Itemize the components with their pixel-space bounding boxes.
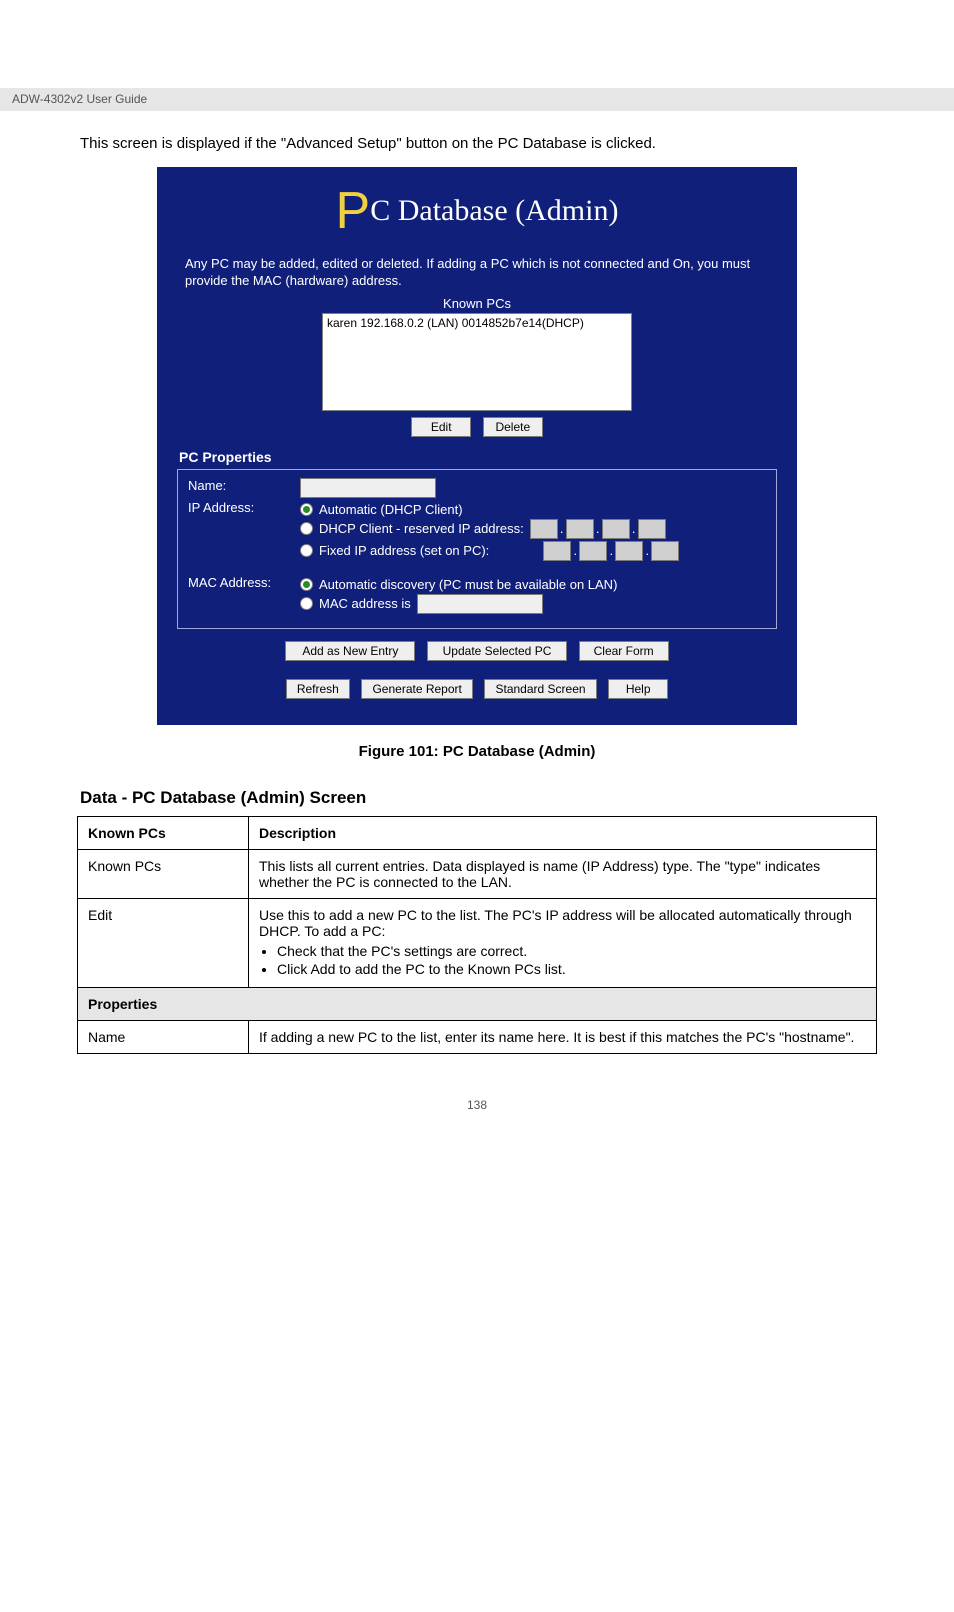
th-description: Description [249,816,877,849]
radio-ip-fixed[interactable] [300,544,313,557]
page-number: 138 [0,1098,954,1112]
fixed-ip-octet-3[interactable] [615,541,643,561]
reserved-ip-input-group: . . . [530,519,666,539]
doc-header: ADW-4302v2 User Guide [0,88,954,111]
name-label: Name: [188,478,300,493]
opt-mac-manual-label: MAC address is [319,596,411,611]
radio-ip-dhcp-reserved[interactable] [300,522,313,535]
reserved-ip-octet-2[interactable] [566,519,594,539]
known-pcs-listbox[interactable]: karen 192.168.0.2 (LAN) 0014852b7e14(DHC… [322,313,632,411]
cell-edit-desc: Use this to add a new PC to the list. Th… [249,898,877,987]
opt-mac-auto-label: Automatic discovery (PC must be availabl… [319,577,617,592]
panel-description: Any PC may be added, edited or deleted. … [185,255,769,290]
th-known-pcs: Known PCs [78,816,249,849]
delete-button[interactable]: Delete [483,417,543,437]
name-input[interactable] [300,478,436,498]
opt-ip-fixed-label: Fixed IP address (set on PC): [319,543,489,558]
fixed-ip-input-group: . . . [543,541,679,561]
radio-mac-manual[interactable] [300,597,313,610]
panel-title: PC Database (Admin) [177,185,777,237]
edit-step-2: Click Add to add the PC to the Known PCs… [277,961,866,977]
intro-paragraph: This screen is displayed if the "Advance… [0,111,954,155]
table-section-properties: Properties [78,987,877,1020]
table-row: Known PCs This lists all current entries… [78,849,877,898]
router-admin-panel: PC Database (Admin) Any PC may be added,… [157,167,797,725]
reserved-ip-octet-4[interactable] [638,519,666,539]
help-button[interactable]: Help [608,679,668,699]
description-table: Known PCs Description Known PCs This lis… [77,816,877,1054]
edit-button[interactable]: Edit [411,417,471,437]
fixed-ip-octet-4[interactable] [651,541,679,561]
edit-desc-intro: Use this to add a new PC to the list. Th… [259,907,852,939]
title-rest: C Database (Admin) [370,194,618,227]
cell-name-desc: If adding a new PC to the list, enter it… [249,1020,877,1053]
standard-screen-button[interactable]: Standard Screen [484,679,596,699]
pc-properties-box: Name: IP Address: Automatic (DHCP Client… [177,469,777,629]
title-initial-p: P [336,182,371,240]
ip-address-label: IP Address: [188,500,300,515]
opt-ip-auto-label: Automatic (DHCP Client) [319,502,463,517]
section-properties-label: Properties [78,987,877,1020]
mac-address-input[interactable] [417,594,543,614]
fixed-ip-octet-2[interactable] [579,541,607,561]
radio-mac-auto[interactable] [300,578,313,591]
cell-known-pcs-label: Known PCs [78,849,249,898]
reserved-ip-octet-3[interactable] [602,519,630,539]
table-row: Name If adding a new PC to the list, ent… [78,1020,877,1053]
opt-ip-dhcp-reserved-label: DHCP Client - reserved IP address: [319,521,524,536]
data-table-heading: Data - PC Database (Admin) Screen [80,788,954,808]
radio-ip-auto[interactable] [300,503,313,516]
generate-report-button[interactable]: Generate Report [361,679,472,699]
table-row: Edit Use this to add a new PC to the lis… [78,898,877,987]
clear-form-button[interactable]: Clear Form [579,641,669,661]
header-left-text: ADW-4302v2 User Guide [12,88,147,111]
mac-address-label: MAC Address: [188,575,300,590]
reserved-ip-octet-1[interactable] [530,519,558,539]
cell-known-pcs-desc: This lists all current entries. Data dis… [249,849,877,898]
fixed-ip-octet-1[interactable] [543,541,571,561]
add-new-entry-button[interactable]: Add as New Entry [285,641,415,661]
known-pcs-label: Known PCs [177,296,777,311]
cell-name-label: Name [78,1020,249,1053]
update-selected-pc-button[interactable]: Update Selected PC [427,641,567,661]
cell-edit-label: Edit [78,898,249,987]
refresh-button[interactable]: Refresh [286,679,350,699]
known-pc-entry[interactable]: karen 192.168.0.2 (LAN) 0014852b7e14(DHC… [327,316,627,330]
edit-step-1: Check that the PC's settings are correct… [277,943,866,959]
figure-caption: Figure 101: PC Database (Admin) [0,743,954,760]
pc-properties-heading: PC Properties [179,449,777,465]
